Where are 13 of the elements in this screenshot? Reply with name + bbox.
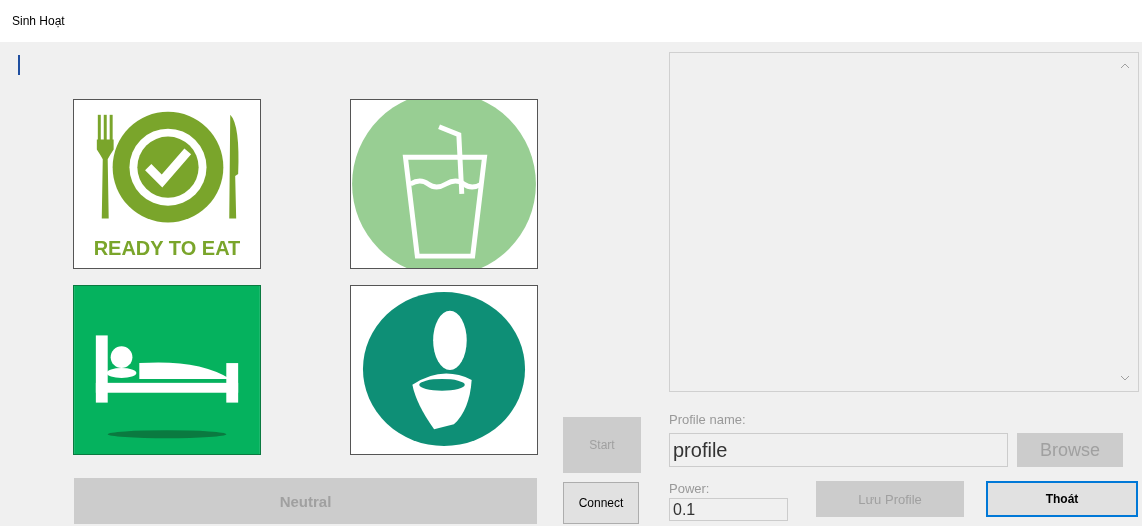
picture-tile[interactable]: READY TO EAT <box>73 99 261 269</box>
profile-name-field[interactable]: profile <box>669 433 1008 467</box>
field-label: Profile name: <box>669 412 747 427</box>
text-cursor <box>18 55 20 75</box>
toilet-picture[interactable] <box>350 285 538 455</box>
bed-picture[interactable] <box>73 285 261 455</box>
drink-glass-picture[interactable] <box>350 99 538 269</box>
tile-caption: READY TO EAT <box>92 237 242 260</box>
power-field[interactable]: 0.1 <box>669 498 788 521</box>
connect-button[interactable]: Connect <box>563 482 639 524</box>
window-title: Sinh Hoạt <box>12 14 65 28</box>
field-label: Power: <box>669 481 711 496</box>
exit-button[interactable]: Thoát <box>986 481 1138 517</box>
